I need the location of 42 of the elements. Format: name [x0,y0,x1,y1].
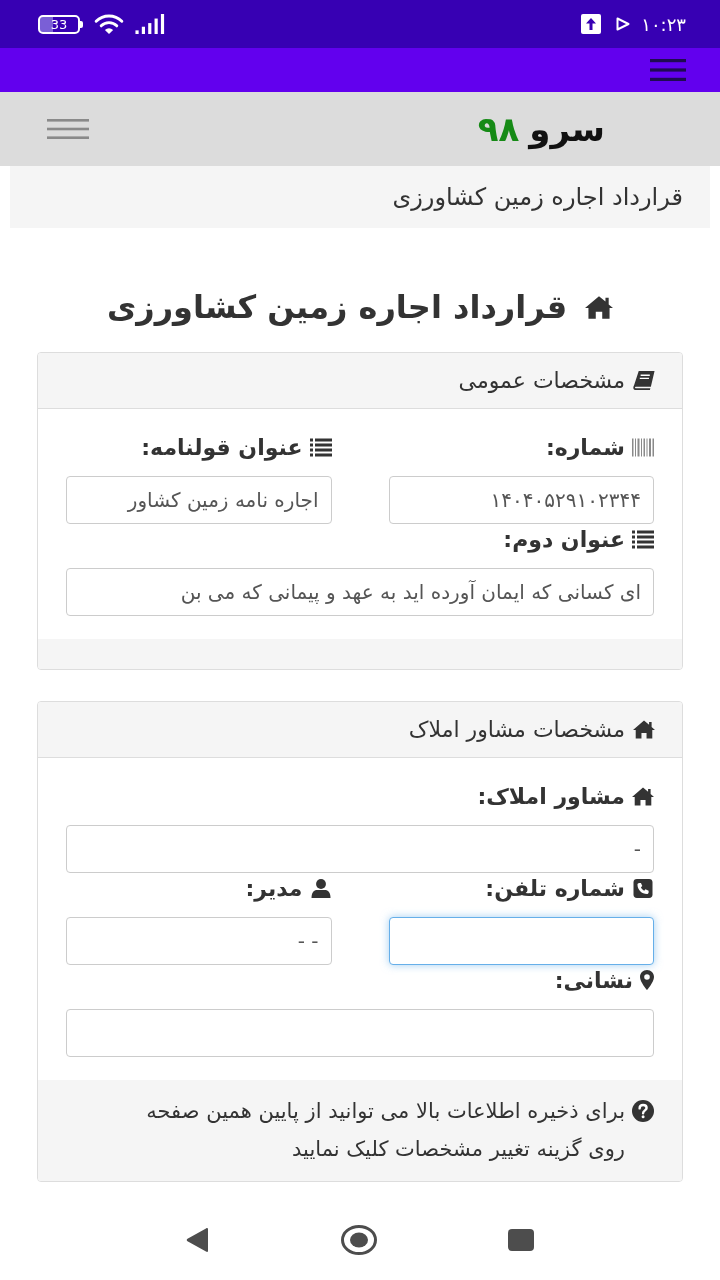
map-marker-icon [640,970,654,990]
field-label: مشاور املاک: [477,783,625,809]
breadcrumb-item: قرارداد اجاره زمین کشاورزی [392,183,683,211]
text-field[interactable]: ای کسانی که ایمان آورده اید به عهد و پیمانی که می بن [66,568,654,616]
menu-icon[interactable] [650,59,686,81]
home-icon [633,720,655,739]
card-title: مشخصات مشاور املاک [408,717,625,742]
play-icon [616,17,631,31]
recents-icon[interactable] [508,1229,534,1251]
page-title: قرارداد اجاره زمین کشاورزی [106,288,568,326]
field-label: نشانی: [554,967,633,993]
wifi-icon [94,13,124,35]
field-label: مدیر: [245,875,303,901]
menu-icon[interactable] [47,119,89,139]
text-field[interactable]: - [66,825,654,873]
card-title: مشخصات عمومی [458,368,625,393]
help-text: برای ذخیره اطلاعات بالا می توانید از پایین همین صفحه روی گزینه تغییر مشخصات کلیک نمایید [145,1098,625,1163]
home-icon[interactable] [341,1225,377,1255]
text-field[interactable]: - - [66,917,332,965]
phone-icon [632,878,654,898]
clock-time: ۱۰:۲۳ [641,13,686,35]
book-icon [633,371,655,390]
text-field[interactable]: ۱۴۰۴۰۵۲۹۱۰۲۳۴۴ [388,476,654,524]
user-icon [309,878,332,898]
text-field[interactable] [388,917,654,965]
list-icon [309,437,332,457]
field-label: شماره تلفن: [485,875,625,901]
text-field[interactable] [66,1009,654,1057]
battery-indicator: 33 [38,14,83,34]
signal-icon [135,14,165,34]
logo-name[interactable]: سرو [529,109,605,149]
list-icon [632,529,654,549]
barcode-icon [632,437,654,457]
field-label: عنوان قولنامه: [141,434,303,460]
home-icon [632,786,654,806]
back-icon[interactable] [186,1228,210,1252]
text-field[interactable]: اجاره نامه زمین کشاور [66,476,332,524]
help-icon [632,1100,654,1122]
field-label: شماره: [545,434,625,460]
upload-icon [581,14,602,34]
home-icon [585,295,614,319]
field-label: عنوان دوم: [503,526,625,552]
